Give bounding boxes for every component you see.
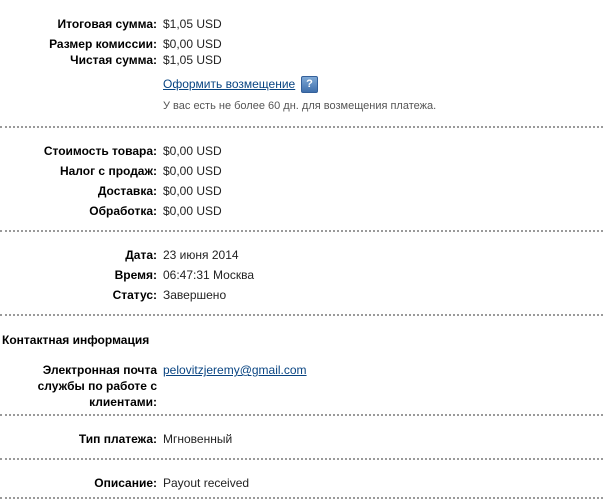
net-amount-label: Чистая сумма: [70, 53, 157, 67]
total-amount-value: $1,05 USD [163, 17, 222, 31]
net-amount-row: Чистая сумма: $1,05 USD [0, 52, 605, 68]
refund-deadline-note: У вас есть не более 60 дн. для возмещени… [163, 100, 437, 112]
shipping-row: Доставка: $0,00 USD [0, 183, 605, 199]
date-label: Дата: [125, 248, 157, 262]
payment-type-label: Тип платежа: [78, 432, 157, 446]
divider [0, 458, 603, 460]
status-label: Статус: [112, 288, 157, 302]
item-cost-row: Стоимость товара: $0,00 USD [0, 143, 605, 159]
time-value: 06:47:31 Москва [163, 268, 255, 282]
divider [0, 414, 603, 416]
total-amount-label: Итоговая сумма: [57, 17, 157, 31]
item-cost-value: $0,00 USD [163, 144, 222, 158]
sales-tax-value: $0,00 USD [163, 164, 222, 178]
divider [0, 497, 603, 499]
fee-amount-row: Размер комиссии: $0,00 USD [0, 36, 605, 52]
fee-amount-value: $0,00 USD [163, 37, 222, 51]
help-icon[interactable]: ? [301, 76, 318, 93]
divider [0, 126, 603, 128]
handling-value: $0,00 USD [163, 204, 222, 218]
contact-section-title: Контактная информация [2, 333, 150, 347]
status-row: Статус: Завершено [0, 287, 605, 303]
shipping-label: Доставка: [97, 184, 157, 198]
support-email-label: Электронная почта службы по работе с кли… [37, 363, 157, 409]
status-value: Завершено [163, 288, 227, 302]
item-cost-label: Стоимость товара: [43, 144, 157, 158]
payment-type-value: Мгновенный [163, 432, 233, 446]
fee-amount-label: Размер комиссии: [49, 37, 157, 51]
description-row: Описание: Payout received [0, 475, 605, 491]
handling-row: Обработка: $0,00 USD [0, 203, 605, 219]
payment-type-row: Тип платежа: Мгновенный [0, 431, 605, 447]
total-amount-row: Итоговая сумма: $1,05 USD [0, 16, 605, 32]
support-email-link[interactable]: pelovitzjeremy@gmail.com [163, 362, 307, 378]
divider [0, 314, 603, 316]
date-row: Дата: 23 июня 2014 [0, 247, 605, 263]
transaction-details: Итоговая сумма: $1,05 USD Размер комисси… [0, 0, 605, 500]
sales-tax-label: Налог с продаж: [59, 164, 157, 178]
net-amount-value: $1,05 USD [163, 53, 222, 67]
date-value: 23 июня 2014 [163, 248, 239, 262]
issue-refund-link[interactable]: Оформить возмещение [163, 76, 295, 92]
sales-tax-row: Налог с продаж: $0,00 USD [0, 163, 605, 179]
description-value: Payout received [163, 476, 250, 490]
description-label: Описание: [94, 476, 157, 490]
time-label: Время: [114, 268, 157, 282]
handling-label: Обработка: [89, 204, 157, 218]
time-row: Время: 06:47:31 Москва [0, 267, 605, 283]
shipping-value: $0,00 USD [163, 184, 222, 198]
divider [0, 230, 603, 232]
